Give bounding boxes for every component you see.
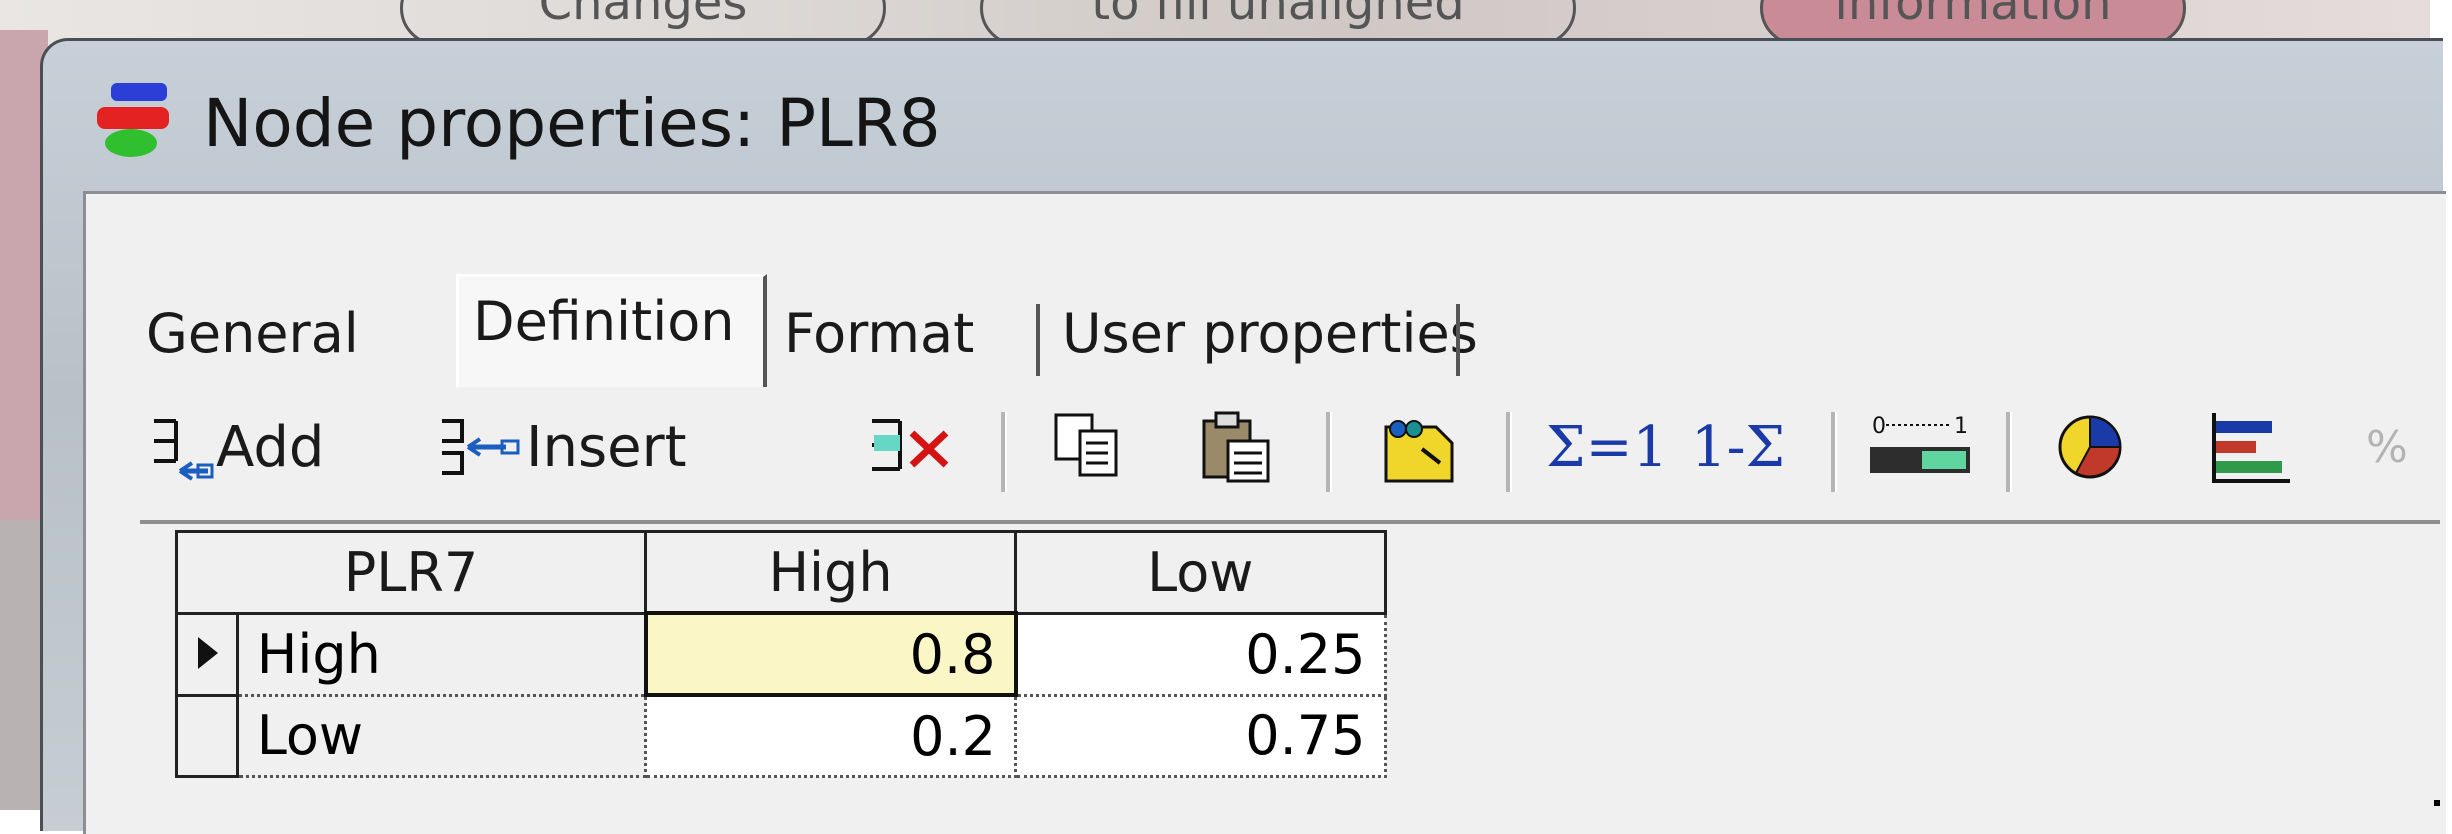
tab-separator	[1036, 304, 1040, 376]
fill-folder-icon	[1384, 420, 1454, 483]
insert-label: Insert	[526, 414, 687, 480]
network-node-icon	[97, 83, 169, 157]
table-row: Low 0.2 0.75	[175, 693, 1387, 778]
stray-dot	[2434, 800, 2440, 806]
probability-table: PLR7 High Low High 0.8 0.25 Low 0.2 0.75	[175, 530, 1387, 778]
add-button[interactable]: Add	[146, 392, 324, 502]
cell-low-low[interactable]: 0.75	[1014, 693, 1387, 778]
copy-button[interactable]	[1046, 392, 1136, 502]
add-label: Add	[216, 414, 325, 480]
bar-chart-button[interactable]	[2206, 392, 2296, 502]
range-high-label: 1	[1954, 414, 1968, 439]
bar-chart-icon	[2212, 413, 2290, 483]
row-header-high: High	[237, 613, 648, 697]
complement-button[interactable]: 1-Σ	[1691, 392, 1785, 502]
table-row: High 0.8 0.25	[175, 611, 1387, 697]
toolbar-bottom-border	[140, 520, 2440, 524]
copy-icon	[1054, 413, 1118, 477]
range-low-label: 0	[1872, 414, 1886, 439]
toolbar-separator	[1326, 412, 1332, 492]
add-state-icon	[154, 419, 214, 481]
paste-icon	[1202, 411, 1270, 483]
toolbar-separator	[1831, 412, 1837, 492]
tab-definition[interactable]: Definition	[456, 274, 767, 387]
toolbar-separator	[1001, 412, 1007, 492]
range-button[interactable]: 0 1	[1866, 392, 1976, 502]
current-row-indicator	[175, 611, 239, 697]
pie-chart-button[interactable]	[2046, 392, 2136, 502]
pie-chart-icon	[2058, 415, 2122, 479]
insert-state-icon	[442, 419, 520, 475]
cell-low-high[interactable]: 0.2	[644, 693, 1017, 778]
range-bar-icon: 0 1	[1870, 414, 1970, 473]
column-header-high[interactable]: High	[644, 530, 1017, 615]
cell-high-low[interactable]: 0.25	[1014, 611, 1387, 697]
definition-toolbar: Add Insert Σ=1 1-Σ 0 1 %	[146, 392, 2446, 502]
window-title: Node properties: PLR8	[203, 85, 941, 162]
fill-distribution-button[interactable]	[1366, 392, 1466, 502]
row-indicator	[175, 693, 239, 778]
normalize-button[interactable]: Σ=1	[1546, 392, 1668, 502]
toolbar-separator	[1506, 412, 1512, 492]
parent-node-header: PLR7	[175, 530, 647, 615]
toolbar-separator	[2006, 412, 2012, 492]
tab-user-properties[interactable]: User properties	[1062, 294, 1478, 374]
delete-state-icon	[872, 419, 949, 471]
tab-general[interactable]: General	[146, 294, 359, 374]
paste-button[interactable]	[1196, 392, 1286, 502]
insert-button[interactable]: Insert	[436, 392, 687, 502]
row-header-low: Low	[237, 695, 648, 778]
percent-button[interactable]: %	[2366, 392, 2408, 502]
tab-format[interactable]: Format	[784, 294, 974, 374]
row-pointer-icon	[197, 636, 218, 669]
tab-separator	[1456, 304, 1460, 376]
column-header-low[interactable]: Low	[1014, 530, 1387, 615]
delete-state-button[interactable]	[866, 392, 966, 502]
cell-high-high[interactable]: 0.8	[643, 611, 1018, 697]
